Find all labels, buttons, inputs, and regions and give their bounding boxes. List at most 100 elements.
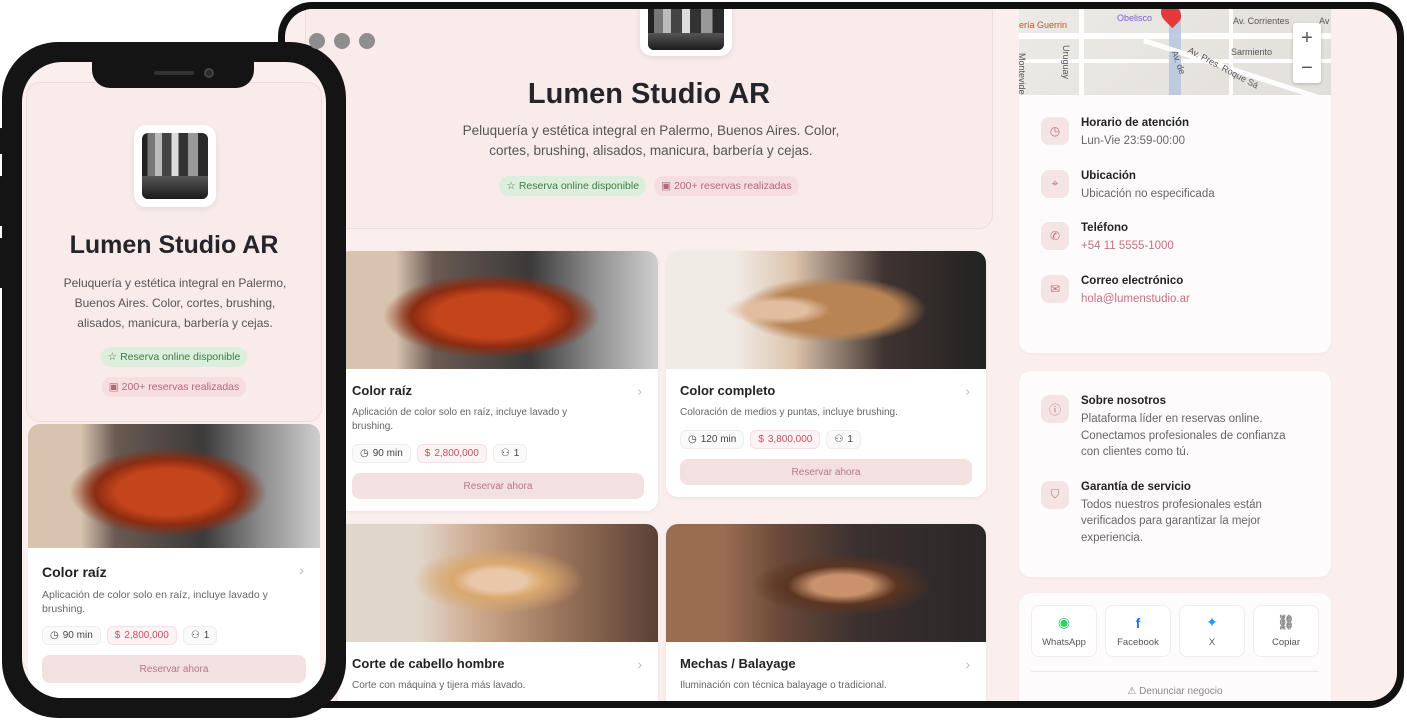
zoom-out-button[interactable]: − bbox=[1293, 53, 1321, 83]
clock-icon: ◷ bbox=[360, 448, 369, 459]
calendar-icon: ▣ bbox=[661, 180, 671, 192]
service-description: Iluminación con técnica balayage o tradi… bbox=[680, 680, 887, 691]
info-icon: ⓘ bbox=[1041, 395, 1069, 423]
service-image bbox=[666, 251, 986, 369]
badge-bookings-count: ▣ 200+ reservas realizadas bbox=[654, 176, 799, 196]
warning-icon: ⚠ bbox=[1127, 686, 1137, 697]
reserve-button[interactable]: Reservar ahora bbox=[42, 655, 306, 683]
contact-email: ✉ Correo electrónico hola@lumenstudio.ar bbox=[1019, 274, 1331, 308]
capacity-chip: ⚇ 1 bbox=[826, 430, 861, 449]
service-image bbox=[28, 424, 320, 548]
price-chip: $2,800,000 bbox=[106, 626, 177, 645]
business-description: Peluquería y estética integral en Palerm… bbox=[63, 276, 287, 330]
clock-icon: ◷ bbox=[50, 630, 59, 641]
email-link[interactable]: hola@lumenstudio.ar bbox=[1081, 291, 1190, 308]
service-title: Color completo bbox=[680, 383, 776, 398]
duration-chip: ◷ 120 min bbox=[680, 430, 745, 449]
users-icon: ⚇ bbox=[834, 434, 844, 445]
service-title: Mechas / Balayage bbox=[680, 656, 796, 671]
about-panel: ⓘ Sobre nosotros Plataforma líder en rese… bbox=[1019, 371, 1331, 577]
contact-location: ⌖ Ubicación Ubicación no especificada bbox=[1019, 169, 1331, 203]
service-image bbox=[338, 524, 658, 642]
map-zoom-controls: + − bbox=[1293, 23, 1321, 83]
share-panel: ◉ WhatsApp f Facebook ✦ X ⛓ Copiar ⚠ Denunci… bbox=[1019, 593, 1331, 701]
service-card[interactable]: Color completo › Coloración de medios y … bbox=[666, 251, 986, 497]
mobile-phone-frame: Lumen Studio AR Peluquería y estética in… bbox=[0, 42, 346, 718]
users-icon: ⚇ bbox=[190, 630, 200, 641]
business-name: Lumen Studio AR bbox=[69, 231, 279, 259]
service-card[interactable]: Color raíz › Aplicación de color solo en… bbox=[28, 424, 320, 698]
service-image bbox=[666, 524, 986, 642]
service-description: Aplicación de color solo en raíz, incluy… bbox=[42, 589, 268, 615]
service-description: Aplicación de color solo en raíz, incluy… bbox=[352, 407, 568, 432]
shield-icon: ⛉ bbox=[1041, 480, 1069, 509]
users-icon: ⚇ bbox=[500, 448, 510, 459]
phone-link[interactable]: +54 11 5555-1000 bbox=[1081, 238, 1174, 255]
phone-icon: ✆ bbox=[1041, 222, 1069, 250]
capacity-chip: ⚇ 1 bbox=[182, 626, 218, 645]
business-description: Peluquería y estética integral en Palerm… bbox=[462, 123, 840, 158]
facebook-icon: f bbox=[1135, 614, 1141, 631]
service-card[interactable]: Color raíz › Aplicación de color solo en… bbox=[338, 251, 658, 511]
zoom-in-button[interactable]: + bbox=[1293, 23, 1321, 53]
service-card[interactable]: Corte de cabello hombre › Corte con máqu… bbox=[338, 524, 658, 701]
window-dot-maximize[interactable] bbox=[359, 33, 375, 49]
share-facebook-button[interactable]: f Facebook bbox=[1105, 605, 1171, 657]
business-header: Lumen Studio AR Peluquería y estética in… bbox=[305, 9, 993, 229]
service-title: Color raíz bbox=[42, 564, 107, 580]
service-description: Corte con máquina y tijera más lavado. bbox=[352, 680, 526, 691]
service-title: Color raíz bbox=[352, 383, 412, 398]
window-dot-minimize[interactable] bbox=[334, 33, 350, 49]
capacity-chip: ⚇ 1 bbox=[492, 444, 528, 463]
service-title: Corte de cabello hombre bbox=[352, 656, 505, 671]
phone-notch bbox=[92, 62, 254, 88]
report-business-link[interactable]: ⚠ Denunciar negocio bbox=[1031, 671, 1319, 697]
desktop-viewport: Lumen Studio AR Peluquería y estética in… bbox=[285, 9, 1397, 701]
service-guarantee: ⛉ Garantía de servicio Todos nuestros pro… bbox=[1019, 480, 1331, 547]
chevron-right-icon[interactable]: › bbox=[299, 562, 304, 578]
mobile-viewport: Lumen Studio AR Peluquería y estética in… bbox=[22, 62, 326, 698]
clock-icon: ◷ bbox=[688, 434, 697, 445]
calendar-icon: ▣ bbox=[108, 381, 119, 393]
twitter-icon: ✦ bbox=[1206, 614, 1218, 630]
service-description: Coloración de medios y puntas, incluye b… bbox=[680, 407, 898, 418]
duration-chip: ◷ 90 min bbox=[352, 444, 411, 463]
location-pin-icon: ⌖ bbox=[1041, 169, 1069, 198]
contact-phone: ✆ Teléfono +54 11 5555-1000 bbox=[1019, 222, 1331, 255]
business-name: Lumen Studio AR bbox=[527, 78, 771, 110]
business-header: Lumen Studio AR Peluquería y estética in… bbox=[26, 82, 322, 422]
window-controls bbox=[309, 33, 375, 49]
desktop-browser-frame: Lumen Studio AR Peluquería y estética in… bbox=[278, 2, 1404, 708]
chevron-right-icon[interactable]: › bbox=[965, 656, 970, 672]
business-logo bbox=[640, 9, 732, 56]
clock-icon: ◷ bbox=[1041, 117, 1069, 145]
window-dot-close[interactable] bbox=[309, 33, 325, 49]
service-card[interactable]: Mechas / Balayage › Iluminación con técn… bbox=[666, 524, 986, 701]
badge-online-booking: ☆ Reserva online disponible bbox=[100, 347, 248, 367]
mail-icon: ✉ bbox=[1041, 274, 1069, 303]
chevron-right-icon[interactable]: › bbox=[637, 656, 642, 672]
contact-hours: ◷ Horario de atención Lun-Vie 23:59-00:00 bbox=[1019, 117, 1331, 150]
reserve-button[interactable]: Reservar ahora bbox=[680, 459, 972, 485]
business-badges: ☆ Reserva online disponible ▣ 200+ reserva… bbox=[27, 347, 321, 397]
star-icon: ☆ bbox=[107, 351, 118, 363]
copy-link-button[interactable]: ⛓ Copiar bbox=[1253, 605, 1319, 657]
star-icon: ☆ bbox=[506, 180, 516, 192]
location-map[interactable]: ería Guerrin Obelisco Av. Corrientes Av … bbox=[1019, 9, 1331, 95]
whatsapp-icon: ◉ bbox=[1057, 614, 1071, 630]
link-icon: ⛓ bbox=[1277, 614, 1295, 630]
duration-chip: ◷ 90 min bbox=[42, 626, 101, 645]
chevron-right-icon[interactable]: › bbox=[965, 383, 970, 399]
price-chip: $2,800,000 bbox=[416, 444, 487, 463]
badge-online-booking: ☆ Reserva online disponible bbox=[499, 176, 647, 196]
price-chip: $3,800,000 bbox=[750, 430, 821, 449]
reserve-button[interactable]: Reservar ahora bbox=[352, 473, 644, 499]
service-image bbox=[338, 251, 658, 369]
business-badges: ☆ Reserva online disponible ▣ 200+ reserva… bbox=[306, 176, 992, 196]
business-logo bbox=[134, 125, 216, 207]
share-whatsapp-button[interactable]: ◉ WhatsApp bbox=[1031, 605, 1097, 657]
badge-bookings-count: ▣ 200+ reservas realizadas bbox=[101, 377, 247, 397]
about-us: ⓘ Sobre nosotros Plataforma líder en rese… bbox=[1019, 395, 1331, 461]
share-x-button[interactable]: ✦ X bbox=[1179, 605, 1245, 657]
chevron-right-icon[interactable]: › bbox=[637, 383, 642, 399]
